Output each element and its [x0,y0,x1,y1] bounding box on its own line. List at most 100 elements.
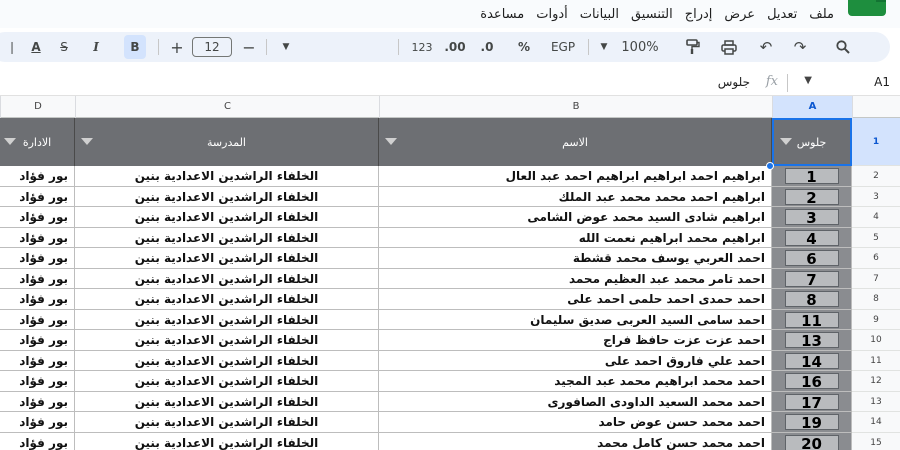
administration-cell[interactable]: بور فؤاد [0,268,75,289]
percent-button[interactable]: % [516,35,532,59]
student-name-cell[interactable]: ابراهيم محمد ابراهيم نعمت الله [379,227,772,248]
student-name-cell[interactable]: احمد محمد السعيد الداودى الصافورى [379,391,772,412]
redo-icon[interactable]: ↷ [790,35,810,59]
student-name-cell[interactable]: ابراهيم شادى السيد محمد عوض الشامى [379,207,772,228]
header-cell-name[interactable]: الاسم [379,118,772,166]
menu-help[interactable]: مساعدة [480,4,524,26]
seat-number-cell[interactable]: 19 [772,412,852,433]
administration-cell[interactable]: بور فؤاد [0,186,75,207]
school-cell[interactable]: الخلفاء الراشدين الاعدادية بنين [75,186,379,207]
school-cell[interactable]: الخلفاء الراشدين الاعدادية بنين [75,166,379,187]
school-cell[interactable]: الخلفاء الراشدين الاعدادية بنين [75,432,379,450]
seat-number-cell[interactable]: 13 [772,330,852,351]
header-cell-school[interactable]: المدرسة [75,118,379,166]
filter-icon[interactable] [385,138,397,145]
bold-button[interactable]: B [124,35,146,59]
row-number[interactable]: 13 [852,391,900,412]
font-dropdown-icon[interactable]: ▼ [278,35,294,59]
seat-number-cell[interactable]: 20 [772,432,852,450]
seat-number-cell[interactable]: 3 [772,207,852,228]
name-box-dropdown-icon[interactable]: ▼ [804,75,812,86]
row-number[interactable]: 5 [852,227,900,248]
seat-number-cell[interactable]: 2 [772,186,852,207]
student-name-cell[interactable]: ابراهيم احمد محمد محمد عبد الملك [379,186,772,207]
strikethrough-button[interactable]: S [54,35,74,59]
student-name-cell[interactable]: احمد تامر محمد عبد العظيم محمد [379,268,772,289]
row-number[interactable]: 15 [852,432,900,450]
school-cell[interactable]: الخلفاء الراشدين الاعدادية بنين [75,248,379,269]
filter-icon[interactable] [81,138,93,145]
formula-input[interactable]: جلوس [718,75,750,89]
row-number[interactable]: 7 [852,268,900,289]
seat-number-cell[interactable]: 7 [772,268,852,289]
menu-data[interactable]: البيانات [580,4,619,26]
school-cell[interactable]: الخلفاء الراشدين الاعدادية بنين [75,330,379,351]
menu-tools[interactable]: أدوات [536,4,568,26]
student-name-cell[interactable]: ابراهيم احمد ابراهيم ابراهيم احمد عبد ال… [379,166,772,187]
paint-format-left-icon[interactable]: ❘ [2,35,22,59]
text-color-button[interactable]: A [26,35,46,59]
undo-icon[interactable]: ↶ [756,35,776,59]
column-header-c[interactable]: C [75,96,379,118]
filter-icon[interactable] [4,138,16,145]
student-name-cell[interactable]: احمد العربي يوسف محمد قشطة [379,248,772,269]
row-number[interactable]: 14 [852,412,900,433]
increase-font-size-button[interactable]: + [168,35,186,59]
selection-fill-handle[interactable] [766,162,774,170]
school-cell[interactable]: الخلفاء الراشدين الاعدادية بنين [75,268,379,289]
student-name-cell[interactable]: احمد محمد حسن عوض حامد [379,412,772,433]
currency-button[interactable]: EGP [546,35,580,59]
search-icon[interactable] [832,35,854,59]
student-name-cell[interactable]: احمد عزت عزت حافظ فراج [379,330,772,351]
name-box[interactable]: A1 [874,75,890,89]
school-cell[interactable]: الخلفاء الراشدين الاعدادية بنين [75,207,379,228]
school-cell[interactable]: الخلفاء الراشدين الاعدادية بنين [75,391,379,412]
menu-edit[interactable]: تعديل [767,4,797,26]
menu-view[interactable]: عرض [724,4,755,26]
administration-cell[interactable]: بور فؤاد [0,432,75,450]
school-cell[interactable]: الخلفاء الراشدين الاعدادية بنين [75,371,379,392]
student-name-cell[interactable]: احمد سامى السيد العربى صديق سليمان [379,309,772,330]
student-name-cell[interactable]: احمد حمدى احمد حلمى احمد على [379,289,772,310]
row-number[interactable]: 1 [852,118,900,166]
seat-number-cell[interactable]: 14 [772,350,852,371]
student-name-cell[interactable]: احمد محمد حسن كامل محمد [379,432,772,450]
decrease-font-size-button[interactable]: − [240,35,258,59]
sheets-logo-icon[interactable] [848,0,886,16]
seat-number-cell[interactable]: 6 [772,248,852,269]
student-name-cell[interactable]: احمد علي فاروق احمد على [379,350,772,371]
column-header-d[interactable]: D [0,96,75,118]
row-number[interactable]: 6 [852,248,900,269]
seat-number-cell[interactable]: 17 [772,391,852,412]
seat-number-cell[interactable]: 1 [772,166,852,187]
column-header-a[interactable]: A [772,96,852,118]
administration-cell[interactable]: بور فؤاد [0,330,75,351]
italic-button[interactable]: I [86,35,106,59]
seat-number-cell[interactable]: 4 [772,227,852,248]
row-number[interactable]: 8 [852,289,900,310]
row-number[interactable]: 2 [852,166,900,187]
paint-format-icon[interactable] [682,35,704,59]
print-icon[interactable] [718,35,740,59]
column-header-b[interactable]: B [379,96,772,118]
row-number[interactable]: 4 [852,207,900,228]
administration-cell[interactable]: بور فؤاد [0,371,75,392]
filter-icon[interactable] [780,138,792,145]
seat-number-cell[interactable]: 11 [772,309,852,330]
menu-file[interactable]: ملف [809,4,834,26]
administration-cell[interactable]: بور فؤاد [0,227,75,248]
row-number[interactable]: 3 [852,186,900,207]
row-number[interactable]: 12 [852,371,900,392]
administration-cell[interactable]: بور فؤاد [0,207,75,228]
seat-number-cell[interactable]: 16 [772,371,852,392]
more-formats-button[interactable]: 123 [408,35,436,59]
header-cell-seat-number[interactable]: جلوس [772,118,852,166]
menu-format[interactable]: التنسيق [631,4,673,26]
row-number[interactable]: 10 [852,330,900,351]
administration-cell[interactable]: بور فؤاد [0,391,75,412]
administration-cell[interactable]: بور فؤاد [0,166,75,187]
seat-number-cell[interactable]: 8 [772,289,852,310]
menu-insert[interactable]: إدراج [685,4,713,26]
school-cell[interactable]: الخلفاء الراشدين الاعدادية بنين [75,227,379,248]
administration-cell[interactable]: بور فؤاد [0,412,75,433]
